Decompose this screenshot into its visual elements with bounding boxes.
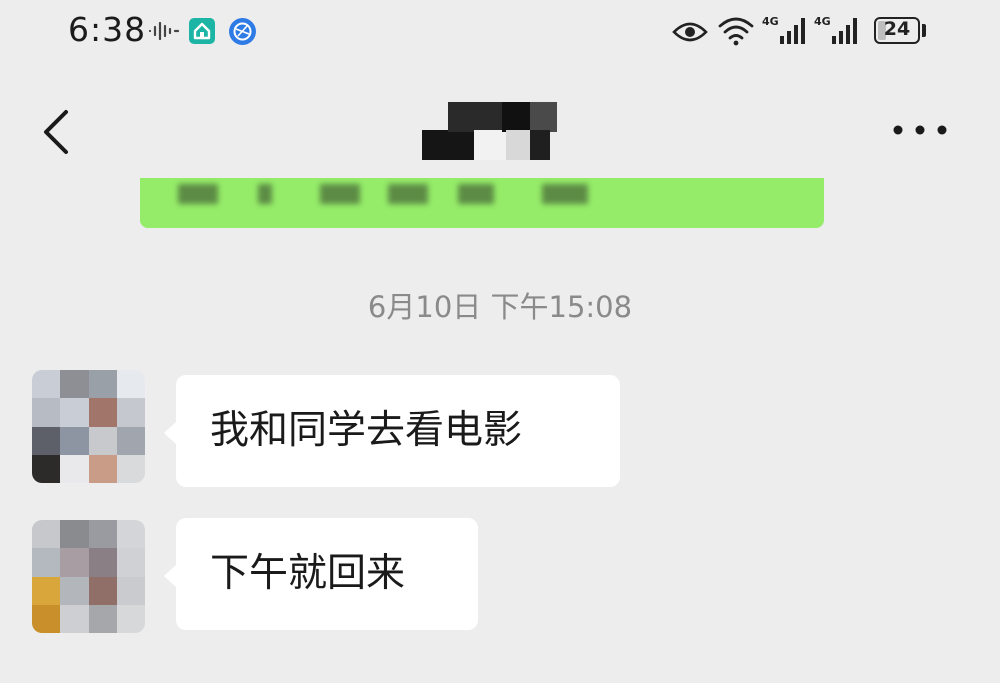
eye-icon (672, 22, 708, 42)
svg-text:4G: 4G (762, 15, 779, 28)
signal-4g-icon: 4G (814, 15, 857, 44)
chevron-left-icon[interactable] (38, 108, 74, 156)
wifi-icon (718, 17, 754, 46)
message-timestamp: 6月10日 下午15:08 (367, 290, 633, 324)
received-message-bubble[interactable]: 下午就回来 (164, 518, 478, 630)
home-app-icon (189, 18, 215, 44)
blurred-text (320, 184, 360, 204)
blurred-text (258, 184, 272, 204)
received-message-bubble[interactable]: 我和同学去看电影 (164, 375, 620, 487)
svg-text:4G: 4G (814, 15, 831, 28)
status-time: 6:38 (68, 10, 147, 49)
audio-wave-icon (148, 22, 180, 40)
chat-header (0, 70, 1000, 190)
globe-app-icon (229, 18, 256, 45)
avatar[interactable] (32, 370, 145, 483)
battery-icon: 24 (874, 17, 920, 44)
battery-percent: 24 (883, 18, 911, 40)
contact-name-redacted (422, 102, 557, 160)
status-bar: 6:38 4G 4G 24 (0, 0, 1000, 70)
more-dots-icon[interactable] (890, 120, 950, 140)
message-text: 我和同学去看电影 (210, 408, 523, 453)
sent-message-bubble[interactable] (140, 178, 824, 228)
blurred-text (178, 184, 218, 204)
battery-nub (922, 24, 926, 37)
blurred-text (542, 184, 588, 204)
avatar[interactable] (32, 520, 145, 633)
blurred-text (458, 184, 494, 204)
signal-4g-icon: 4G (762, 15, 805, 44)
blurred-text (388, 184, 428, 204)
message-text: 下午就回来 (210, 551, 406, 596)
